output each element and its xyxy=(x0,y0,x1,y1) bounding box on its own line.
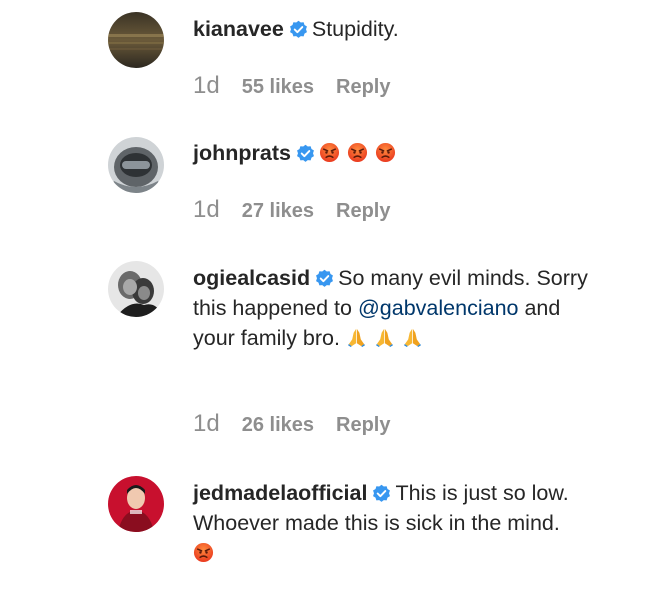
comment-meta: 1d 26 likes Reply xyxy=(193,409,390,439)
comment-text: kianavee Stupidity. xyxy=(193,14,588,44)
comment-likes[interactable]: 27 likes xyxy=(242,200,314,222)
folded-hands-icon xyxy=(346,327,367,348)
comment-username[interactable]: jedmadelaofficial xyxy=(193,481,367,505)
angry-face-icon xyxy=(375,142,396,163)
verified-badge-icon xyxy=(315,269,334,288)
comment-text: ogiealcasid So many evil minds. Sorry thi… xyxy=(193,263,588,353)
comment-likes[interactable]: 55 likes xyxy=(242,76,314,98)
comment-time: 1d xyxy=(193,196,220,223)
folded-hands-icon xyxy=(402,327,423,348)
reply-button[interactable]: Reply xyxy=(336,200,390,222)
avatar-image-icon xyxy=(108,476,164,532)
angry-face-icon xyxy=(193,542,214,563)
comment-time: 1d xyxy=(193,72,220,99)
angry-face-icon xyxy=(319,142,340,163)
comments-list: kianavee Stupidity. 1d 55 likes Reply johnp… xyxy=(0,0,660,600)
comment-username[interactable]: ogiealcasid xyxy=(193,266,310,290)
verified-badge-icon xyxy=(372,484,391,503)
reply-button[interactable]: Reply xyxy=(336,76,390,98)
avatar[interactable] xyxy=(108,476,164,532)
avatar-image-icon xyxy=(108,261,164,317)
avatar-image-icon xyxy=(108,12,164,68)
comment-meta: 1d 27 likes Reply xyxy=(193,195,390,225)
comment-meta: 1d 55 likes Reply xyxy=(193,71,390,101)
folded-hands-icon xyxy=(374,327,395,348)
comment-username[interactable]: johnprats xyxy=(193,141,291,165)
avatar[interactable] xyxy=(108,137,164,193)
comment-text: jedmadelaofficial This is just so low. Wh… xyxy=(193,478,588,568)
comment-time: 1d xyxy=(193,410,220,437)
avatar[interactable] xyxy=(108,261,164,317)
avatar-image-icon xyxy=(108,137,164,193)
comment-text: johnprats xyxy=(193,138,588,168)
angry-face-icon xyxy=(347,142,368,163)
comment-likes[interactable]: 26 likes xyxy=(242,414,314,436)
verified-badge-icon xyxy=(296,144,315,163)
mention-link[interactable]: @gabvalenciano xyxy=(358,296,519,320)
comment-username[interactable]: kianavee xyxy=(193,17,284,41)
verified-badge-icon xyxy=(289,20,308,39)
reply-button[interactable]: Reply xyxy=(336,414,390,436)
comment-body: Stupidity. xyxy=(311,17,399,41)
avatar[interactable] xyxy=(108,12,164,68)
